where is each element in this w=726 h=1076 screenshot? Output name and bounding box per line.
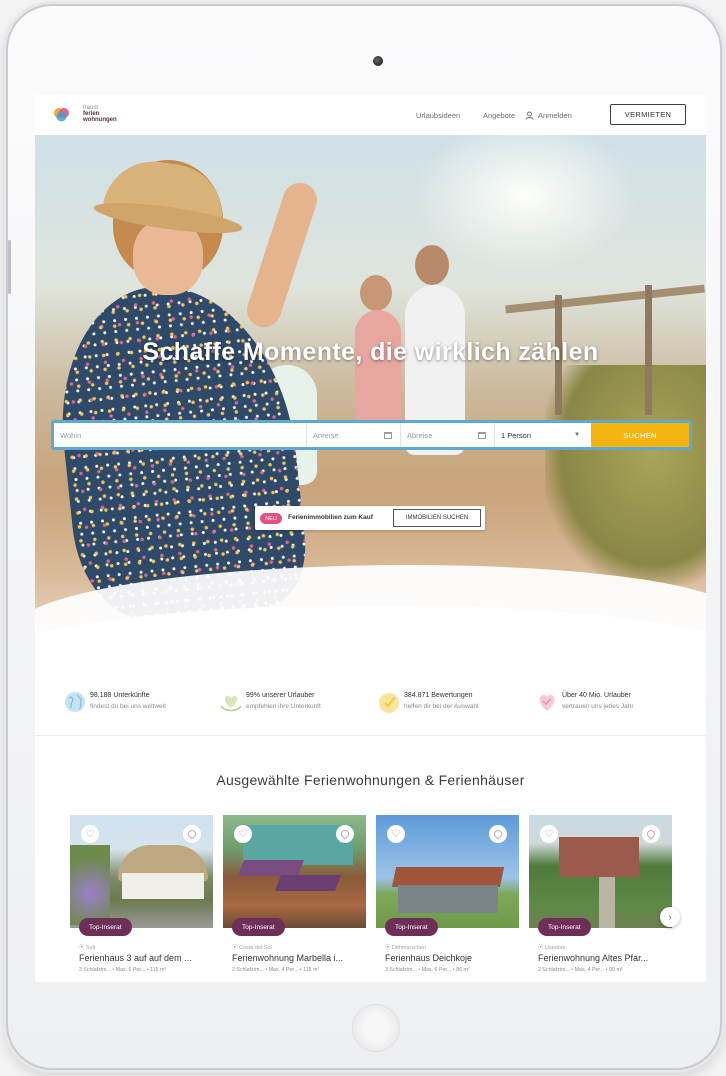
listing-location: ⦿ Costa del Sol — [232, 945, 272, 951]
top-listing-badge: Top-Inserat — [232, 918, 285, 936]
listing-meta: 2 Schlafzim... • Max. 4 Per... • 90 m² — [538, 967, 623, 973]
user-icon — [525, 111, 534, 120]
location-text: Sylt — [86, 945, 96, 951]
listing-location: ⦿ Usedom — [538, 945, 566, 951]
stat-subtitle: empfehlen ihre Unterkunft — [246, 703, 321, 710]
listing-location: ⦿ Dithmarschen — [385, 945, 426, 951]
chevron-right-icon: › — [668, 911, 672, 923]
site-header: traum ferien wohnungen Urlaubsideen Ange… — [35, 95, 706, 135]
listing-card[interactable]: ♡ Top-Inserat ⦿ Costa del Sol Ferienwohn… — [223, 815, 366, 982]
persons-select[interactable]: 1 Person ▼ — [494, 423, 590, 447]
listing-card[interactable]: ♡ Top-Inserat ⦿ Dithmarschen Ferienhaus … — [376, 815, 519, 982]
listing-title[interactable]: Ferienwohnung Altes Pfar... — [538, 953, 648, 963]
map-pin-icon[interactable] — [336, 825, 354, 843]
stat-title: 98.188 Unterkünfte — [90, 692, 150, 699]
location-text: Dithmarschen — [392, 945, 426, 951]
search-button[interactable]: SUCHEN — [591, 423, 689, 447]
hero-grass — [545, 365, 706, 585]
nav-link-login[interactable]: Anmelden — [525, 111, 572, 120]
heart-hands-icon — [220, 695, 242, 712]
stat-subtitle: findest du bei uns weltweit — [90, 703, 166, 710]
heart-shield-icon — [539, 694, 555, 711]
promo-text: Ferienimmobilien zum Kauf — [288, 514, 373, 521]
listing-title[interactable]: Ferienwohnung Marbella i... — [232, 953, 343, 963]
favorite-heart-icon[interactable]: ♡ — [387, 825, 405, 843]
hero-person — [360, 275, 392, 311]
nav-link-angebote[interactable]: Angebote — [483, 111, 515, 120]
promo-banner: NEU Ferienimmobilien zum Kauf IMMOBILIEN… — [255, 506, 485, 530]
checkout-label: Abreise — [407, 430, 433, 440]
listing-card[interactable]: ♡ Top-Inserat ⦿ Usedom Ferienwohnung Alt… — [529, 815, 672, 982]
search-bar: Wohin Anreise Abreise 1 Person ▼ SUCHEN — [51, 420, 692, 450]
rating-icon — [379, 693, 399, 713]
hero-title: Schaffe Momente, die wirklich zählen — [142, 338, 599, 366]
listing-location: ⦿ Sylt — [79, 945, 96, 951]
listing-title[interactable]: Ferienhaus 3 auf auf dem ... — [79, 953, 192, 963]
location-text: Usedom — [545, 945, 566, 951]
top-listing-badge: Top-Inserat — [385, 918, 438, 936]
search-inner: Wohin Anreise Abreise 1 Person ▼ SUCHEN — [54, 423, 689, 447]
stat-title: 384.871 Bewertungen — [404, 692, 473, 699]
persons-value: 1 Person — [501, 430, 532, 440]
camera-icon — [373, 56, 383, 66]
screen: traum ferien wohnungen Urlaubsideen Ange… — [35, 95, 706, 982]
stat-subtitle: vertrauen uns jedes Jahr — [562, 703, 634, 710]
featured-title: Ausgewählte Ferienwohnungen & Ferienhäus… — [216, 772, 525, 788]
listing-meta: 2 Schlafzim... • Max. 4 Per... • 115 m² — [232, 967, 320, 973]
hero-fence — [505, 284, 705, 314]
property-search-button[interactable]: IMMOBILIEN SUCHEN — [393, 509, 481, 527]
divider — [35, 735, 706, 736]
favorite-heart-icon[interactable]: ♡ — [540, 825, 558, 843]
logo-icon[interactable] — [53, 107, 70, 122]
listing-meta: 3 Schlafzim... • Max. 6 Per... • 86 m² — [385, 967, 470, 973]
where-placeholder: Wohin — [60, 430, 82, 440]
stat-title: 99% unserer Urlauber — [246, 692, 315, 699]
location-text: Costa del Sol — [239, 945, 272, 951]
new-badge: NEU — [260, 513, 282, 524]
stat-subtitle: helfen dir bei der Auswahl — [404, 703, 479, 710]
favorite-heart-icon[interactable]: ♡ — [81, 825, 99, 843]
calendar-icon — [384, 431, 392, 439]
stats-row: 98.188 Unterkünfte findest du bei uns we… — [35, 685, 706, 735]
globe-icon — [65, 692, 85, 712]
home-button[interactable] — [352, 1004, 400, 1052]
listing-title[interactable]: Ferienhaus Deichkoje — [385, 953, 472, 963]
side-button — [8, 240, 11, 294]
logo-wordmark[interactable]: traum ferien wohnungen — [83, 105, 117, 123]
checkin-field[interactable]: Anreise — [306, 423, 400, 447]
login-label: Anmelden — [538, 111, 572, 120]
listing-meta: 3 Schlafzim... • Max. 6 Per... • 115 m² — [79, 967, 167, 973]
hero-person — [415, 245, 449, 285]
hero-girl-arm — [242, 178, 322, 332]
top-listing-badge: Top-Inserat — [79, 918, 132, 936]
hero-image: Schaffe Momente, die wirklich zählen Woh… — [35, 135, 706, 675]
map-pin-icon[interactable] — [489, 825, 507, 843]
carousel-next-button[interactable]: › — [660, 907, 680, 927]
where-input[interactable]: Wohin — [54, 423, 306, 447]
map-pin-icon[interactable] — [183, 825, 201, 843]
stat-title: Über 40 Mio. Urlauber — [562, 692, 631, 699]
nav-link-urlaubsideen[interactable]: Urlaubsideen — [416, 111, 460, 120]
favorite-heart-icon[interactable]: ♡ — [234, 825, 252, 843]
vermieten-button[interactable]: VERMIETEN — [610, 104, 686, 125]
top-listing-badge: Top-Inserat — [538, 918, 591, 936]
calendar-icon — [478, 431, 486, 439]
logo-line-3: wohnungen — [83, 117, 117, 123]
listing-card[interactable]: ♡ Top-Inserat ⦿ Sylt Ferienhaus 3 auf au… — [70, 815, 213, 982]
checkout-field[interactable]: Abreise — [400, 423, 494, 447]
chevron-down-icon: ▼ — [574, 432, 580, 438]
checkin-label: Anreise — [313, 430, 339, 440]
map-pin-icon[interactable] — [642, 825, 660, 843]
